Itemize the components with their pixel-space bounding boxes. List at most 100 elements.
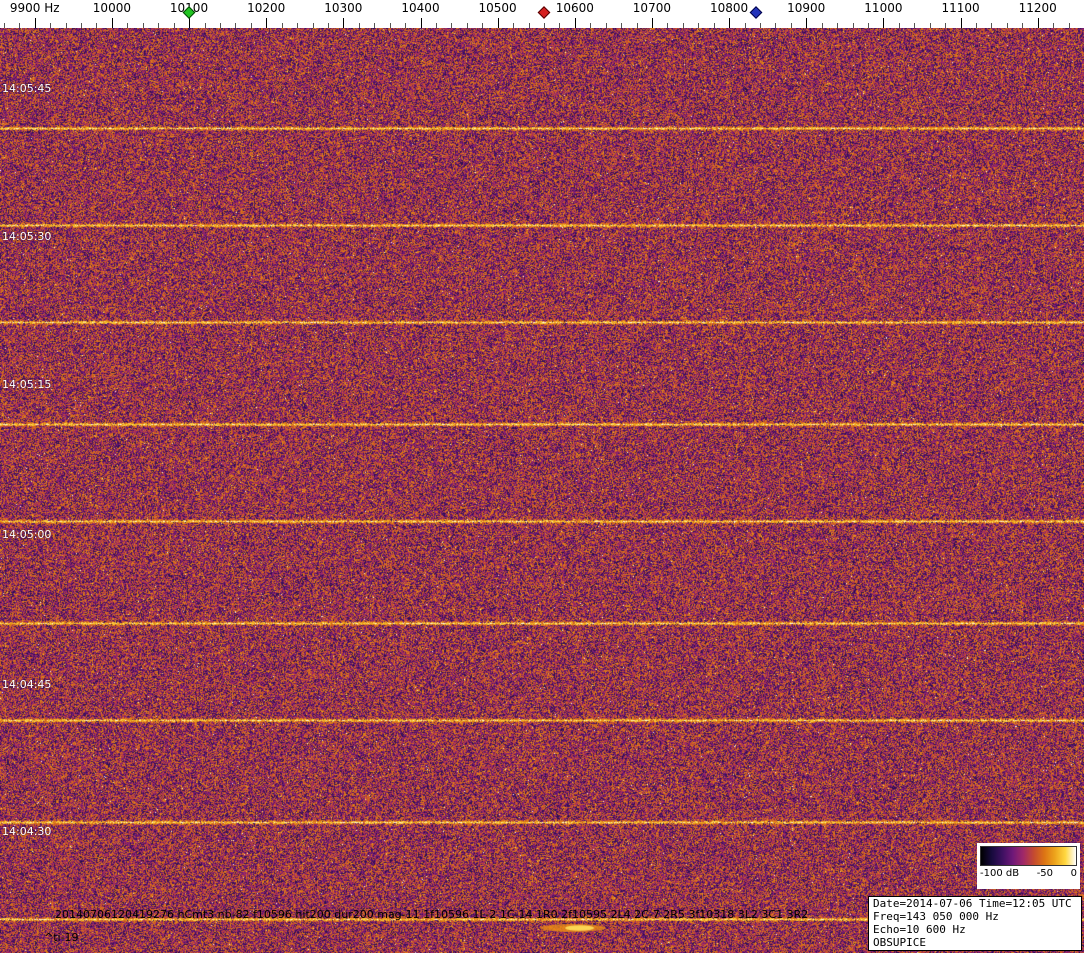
- ruler-minor-tick: [636, 23, 638, 28]
- frequency-marker-blue[interactable]: [749, 6, 763, 19]
- ruler-minor-tick: [929, 23, 931, 28]
- ruler-minor-tick: [81, 23, 82, 28]
- ruler-minor-tick: [466, 23, 468, 28]
- ruler-minor-tick: [19, 23, 21, 28]
- info-frequency: Freq=143 050 000 Hz: [873, 910, 999, 923]
- ruler-frequency-label: 10800: [710, 1, 749, 15]
- ruler-minor-tick: [482, 23, 484, 28]
- ruler-frequency-label: 10300: [324, 1, 363, 15]
- ruler-minor-tick: [698, 23, 700, 28]
- ruler-minor-tick: [405, 23, 407, 28]
- ruler-minor-tick: [3, 23, 5, 28]
- ruler-frequency-label: 11100: [941, 1, 980, 15]
- ruler-minor-tick: [1053, 23, 1055, 28]
- ruler-minor-tick: [914, 23, 916, 28]
- ruler-minor-tick: [945, 23, 947, 28]
- ruler-major-tick: [960, 18, 962, 28]
- ruler-major-tick: [266, 18, 268, 28]
- ruler-frequency-label: 10500: [478, 1, 517, 15]
- ruler-minor-tick: [528, 23, 530, 28]
- ruler-major-tick: [574, 18, 576, 28]
- ruler-minor-tick: [713, 23, 715, 28]
- ruler-minor-tick: [513, 23, 515, 28]
- ruler-minor-tick: [837, 23, 839, 28]
- ruler-minor-tick: [127, 23, 129, 28]
- ruler-frequency-label: 10000: [92, 1, 131, 15]
- ruler-major-tick: [111, 18, 113, 28]
- ruler-minor-tick: [590, 23, 592, 28]
- info-date-time: Date=2014-07-06 Time=12:05 UTC: [873, 897, 1072, 910]
- info-station-name: OBSUPICE: [873, 936, 926, 949]
- ruler-minor-tick: [868, 23, 869, 28]
- legend-mid-label: -50: [1036, 868, 1054, 879]
- ruler-minor-tick: [451, 23, 453, 28]
- intensity-gradient-bar: [980, 846, 1077, 866]
- ruler-minor-tick: [65, 23, 67, 28]
- ruler-frequency-label: 11000: [864, 1, 903, 15]
- ruler-frequency-label: 10900: [787, 1, 826, 15]
- ruler-major-tick: [34, 18, 36, 28]
- ruler-minor-tick: [559, 23, 561, 28]
- legend-max-label: 0: [1070, 868, 1077, 879]
- ruler-frequency-label: 9900 Hz: [9, 1, 60, 15]
- intensity-legend-labels: -100 dB -50 0: [980, 868, 1077, 879]
- ruler-minor-tick: [96, 23, 98, 28]
- ruler-major-tick: [883, 18, 885, 28]
- ruler-minor-tick: [219, 23, 221, 28]
- ruler-minor-tick: [374, 23, 376, 28]
- ruler-minor-tick: [281, 23, 283, 28]
- ruler-minor-tick: [235, 23, 237, 28]
- ruler-major-tick: [1037, 18, 1039, 28]
- ruler-minor-tick: [976, 23, 977, 28]
- ruler-minor-tick: [790, 23, 792, 28]
- ruler-minor-tick: [898, 23, 900, 28]
- ruler-frequency-label: 10600: [555, 1, 594, 15]
- observation-info-box: Date=2014-07-06 Time=12:05 UTC Freq=143 …: [868, 896, 1082, 951]
- ruler-minor-tick: [667, 23, 669, 28]
- spectrogram-canvas: [0, 28, 1084, 953]
- frequency-ruler: 9900 Hz100001010010200103001040010500106…: [0, 0, 1084, 28]
- ruler-minor-tick: [435, 23, 437, 28]
- legend-min-label: -100 dB: [980, 868, 1020, 879]
- ruler-minor-tick: [991, 23, 993, 28]
- ruler-frequency-label: 10200: [247, 1, 286, 15]
- ruler-minor-tick: [142, 23, 144, 28]
- ruler-minor-tick: [358, 23, 360, 28]
- ruler-minor-tick: [1022, 23, 1024, 28]
- ruler-major-tick: [806, 18, 808, 28]
- ruler-minor-tick: [250, 23, 252, 28]
- ruler-major-tick: [497, 18, 499, 28]
- ruler-major-tick: [189, 18, 190, 28]
- ruler-minor-tick: [744, 23, 746, 28]
- detection-data-line: 20140706120419276 hCmt3 nb-82 f10596 hit…: [55, 908, 809, 921]
- ruler-frequency-label: 10400: [401, 1, 440, 15]
- ruler-frequency-label: 11200: [1018, 1, 1057, 15]
- ruler-frequency-label: 10700: [632, 1, 671, 15]
- ruler-minor-tick: [852, 23, 854, 28]
- ruler-minor-tick: [682, 23, 684, 28]
- ruler-minor-tick: [50, 23, 52, 28]
- ruler-minor-tick: [821, 23, 823, 28]
- ruler-major-tick: [343, 18, 345, 28]
- info-echo-frequency: Echo=10 600 Hz: [873, 923, 966, 936]
- ruler-minor-tick: [621, 23, 623, 28]
- ruler-minor-tick: [543, 23, 545, 28]
- ruler-major-tick: [729, 18, 731, 28]
- ruler-minor-tick: [605, 23, 607, 28]
- ruler-minor-tick: [158, 23, 160, 28]
- ruler-minor-tick: [327, 23, 329, 28]
- ruler-minor-tick: [297, 23, 298, 28]
- ruler-minor-tick: [775, 23, 777, 28]
- ti-annotation: ^ti-19: [44, 931, 79, 944]
- ruler-minor-tick: [1006, 23, 1008, 28]
- ruler-major-tick: [651, 18, 653, 28]
- ruler-major-tick: [420, 18, 422, 28]
- ruler-minor-tick: [389, 23, 391, 28]
- ruler-minor-tick: [760, 23, 761, 28]
- ruler-minor-tick: [173, 23, 175, 28]
- ruler-minor-tick: [1068, 23, 1070, 28]
- spectrogram-app-window: 9900 Hz100001010010200103001040010500106…: [0, 0, 1084, 953]
- ruler-minor-tick: [204, 23, 206, 28]
- frequency-marker-red[interactable]: [537, 6, 551, 19]
- intensity-legend: -100 dB -50 0: [977, 843, 1080, 889]
